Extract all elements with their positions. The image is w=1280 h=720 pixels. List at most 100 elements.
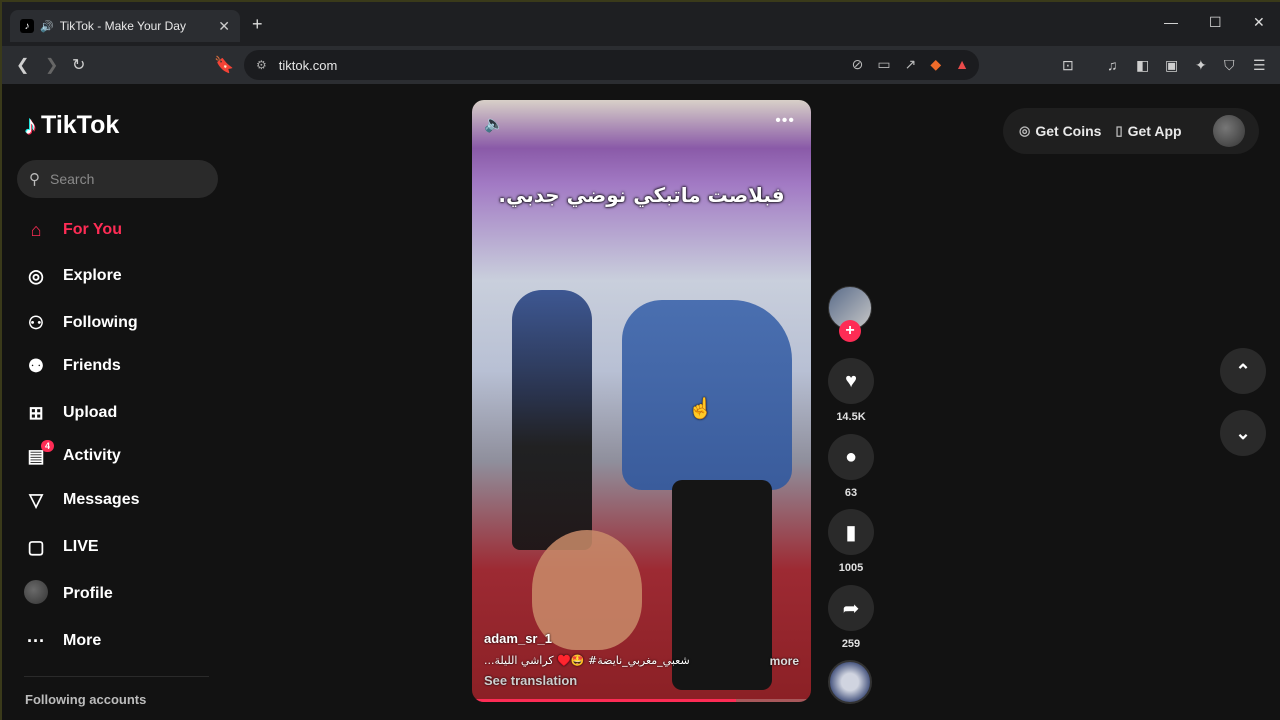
- sidebar-item-for-you[interactable]: ⌂ For You: [24, 216, 122, 244]
- get-app-button[interactable]: Get App: [1128, 123, 1182, 139]
- sidebar-item-friends[interactable]: ⚉ Friends: [24, 352, 121, 380]
- video-description: ...شعبي_مغربي_نايضة# 🤩♥️ كراشي الليلة: [484, 654, 690, 667]
- like-button[interactable]: ♥: [828, 358, 874, 404]
- tiktok-page: ♪ TikTok ⚲ ⌂ For You ◎ Explore ⚇ Followi…: [2, 84, 1280, 720]
- user-avatar[interactable]: [1213, 115, 1245, 147]
- speaker-icon[interactable]: 🔊: [40, 20, 54, 33]
- no-video-icon[interactable]: ⊘: [852, 56, 864, 73]
- vpn-icon[interactable]: ⛉: [1224, 57, 1235, 74]
- sidebar-item-explore[interactable]: ◎ Explore: [24, 262, 122, 290]
- more-options-icon[interactable]: •••: [775, 112, 795, 130]
- video-description-row: ...شعبي_مغربي_نايضة# 🤩♥️ كراشي الليلة mo…: [484, 654, 799, 668]
- sidebar-item-label: Messages: [63, 491, 140, 508]
- menu-icon[interactable]: ☰: [1253, 57, 1266, 74]
- sidebar-item-label: For You: [63, 221, 122, 238]
- previous-video-button[interactable]: ⌃: [1220, 348, 1266, 394]
- ellipsis-icon: ···: [27, 630, 45, 651]
- share-icon[interactable]: ↗: [905, 56, 917, 73]
- sidebar-item-more[interactable]: ··· More: [24, 627, 101, 655]
- comment-count: 63: [844, 487, 858, 499]
- sidebar-item-messages[interactable]: ▽ Messages: [24, 486, 140, 514]
- back-icon[interactable]: ❮: [16, 55, 29, 75]
- heart-icon: ♥: [845, 369, 857, 392]
- sidebar-item-profile[interactable]: Profile: [24, 579, 113, 609]
- forward-icon[interactable]: ❯: [45, 55, 58, 75]
- phone-icon: ▯: [1115, 123, 1123, 138]
- more-link[interactable]: more: [770, 654, 799, 668]
- tiktok-favicon-icon: ♪: [20, 19, 34, 33]
- comment-icon: ●: [844, 445, 858, 468]
- tiktok-logo[interactable]: ♪ TikTok: [24, 110, 119, 141]
- sidebar-item-label: Profile: [63, 585, 113, 602]
- coin-icon: ◎: [1019, 123, 1031, 138]
- share-count: 259: [841, 638, 861, 650]
- search-icon: ⚲: [29, 171, 40, 188]
- video-scene: [622, 300, 792, 490]
- reload-icon[interactable]: ↻: [72, 55, 85, 75]
- like-count: 14.5K: [836, 411, 866, 423]
- send-icon: ▽: [29, 489, 43, 510]
- browser-toolbar: ❮ ❯ ↻ 🔖 ⚙ tiktok.com ⊘ ▭ ↗ ◆ ▲ ⊡ ♫ ◧ ▣ ✦…: [2, 46, 1280, 84]
- sidebar-icon[interactable]: ◧: [1136, 57, 1149, 74]
- sidebar-item-activity[interactable]: ▤ 4 Activity: [24, 439, 121, 470]
- video-author[interactable]: adam_sr_1: [484, 631, 552, 646]
- bookmark-icon: ▮: [845, 521, 857, 544]
- activity-icon: ▤ 4: [24, 439, 54, 467]
- next-video-button[interactable]: ⌄: [1220, 410, 1266, 456]
- search-box[interactable]: ⚲: [17, 160, 218, 198]
- bookmark-icon[interactable]: 🔖: [214, 55, 234, 75]
- sidebar-item-label: LIVE: [63, 538, 99, 555]
- follow-plus-icon[interactable]: +: [839, 320, 861, 342]
- comment-button[interactable]: ●: [828, 434, 874, 480]
- leo-ai-icon[interactable]: ✦: [1195, 57, 1207, 74]
- video-progress-fill: [472, 699, 737, 702]
- user-follow-icon: ⚇: [27, 312, 45, 333]
- sidebar-item-upload[interactable]: ⊞ Upload: [24, 399, 117, 427]
- compass-icon: ◎: [28, 265, 44, 286]
- brave-shields-icon[interactable]: ◆: [930, 56, 941, 73]
- video-player[interactable]: 🔈 ••• فبلاصت ماتبكي نوضي جدبي. adam_sr_1…: [472, 100, 811, 702]
- tiktok-note-icon: ♪: [24, 110, 37, 140]
- sidebar-divider: [24, 676, 209, 677]
- screenshot-icon[interactable]: ⊡: [1062, 57, 1074, 74]
- save-button[interactable]: ▮: [828, 509, 874, 555]
- friends-icon: ⚉: [27, 355, 45, 376]
- save-count: 1005: [838, 562, 864, 574]
- url-text: tiktok.com: [278, 57, 338, 73]
- minimize-icon[interactable]: —: [1164, 14, 1178, 30]
- search-input[interactable]: [50, 171, 200, 187]
- tab-title: TikTok - Make Your Day: [59, 19, 186, 33]
- volume-icon[interactable]: 🔈: [484, 114, 504, 134]
- sidebar-item-label: Explore: [63, 267, 122, 284]
- share-button[interactable]: ➦: [828, 585, 874, 631]
- cast-icon[interactable]: ▭: [877, 56, 890, 73]
- video-progress-bar[interactable]: [472, 699, 811, 702]
- get-coins-button[interactable]: Get Coins: [1035, 123, 1101, 139]
- chevron-down-icon: ⌄: [1235, 422, 1251, 443]
- share-arrow-icon: ➦: [842, 597, 860, 620]
- close-tab-icon[interactable]: ✕: [218, 18, 230, 35]
- activity-badge: 4: [40, 439, 54, 452]
- address-bar[interactable]: ⚙ tiktok.com ⊘ ▭ ↗ ◆ ▲: [244, 50, 979, 80]
- logo-text: TikTok: [41, 111, 120, 139]
- close-window-icon[interactable]: ✕: [1253, 14, 1265, 31]
- see-translation-link[interactable]: See translation: [484, 673, 577, 688]
- music-icon[interactable]: ♫: [1107, 57, 1118, 73]
- music-disc[interactable]: [828, 660, 872, 704]
- chevron-up-icon: ⌃: [1235, 360, 1251, 381]
- maximize-icon[interactable]: ☐: [1209, 14, 1222, 31]
- new-tab-icon[interactable]: +: [252, 14, 263, 35]
- plus-square-icon: ⊞: [28, 402, 44, 423]
- avatar-icon: [24, 579, 48, 609]
- sidebar-item-label: Friends: [63, 357, 121, 374]
- site-settings-icon[interactable]: ⚙: [256, 58, 267, 72]
- video-scene: [512, 290, 592, 550]
- browser-tab[interactable]: ♪ 🔊 TikTok - Make Your Day ✕: [10, 10, 240, 42]
- brave-rewards-icon[interactable]: ▲: [955, 56, 969, 73]
- following-accounts-heading: Following accounts: [25, 692, 147, 707]
- wallet-icon[interactable]: ▣: [1165, 57, 1178, 74]
- sidebar-item-live[interactable]: ▢ LIVE: [24, 533, 99, 561]
- sidebar-item-following[interactable]: ⚇ Following: [24, 309, 138, 337]
- top-actions: ◎ Get Coins ▯ Get App: [1003, 108, 1259, 154]
- sidebar-item-label: Upload: [63, 404, 118, 421]
